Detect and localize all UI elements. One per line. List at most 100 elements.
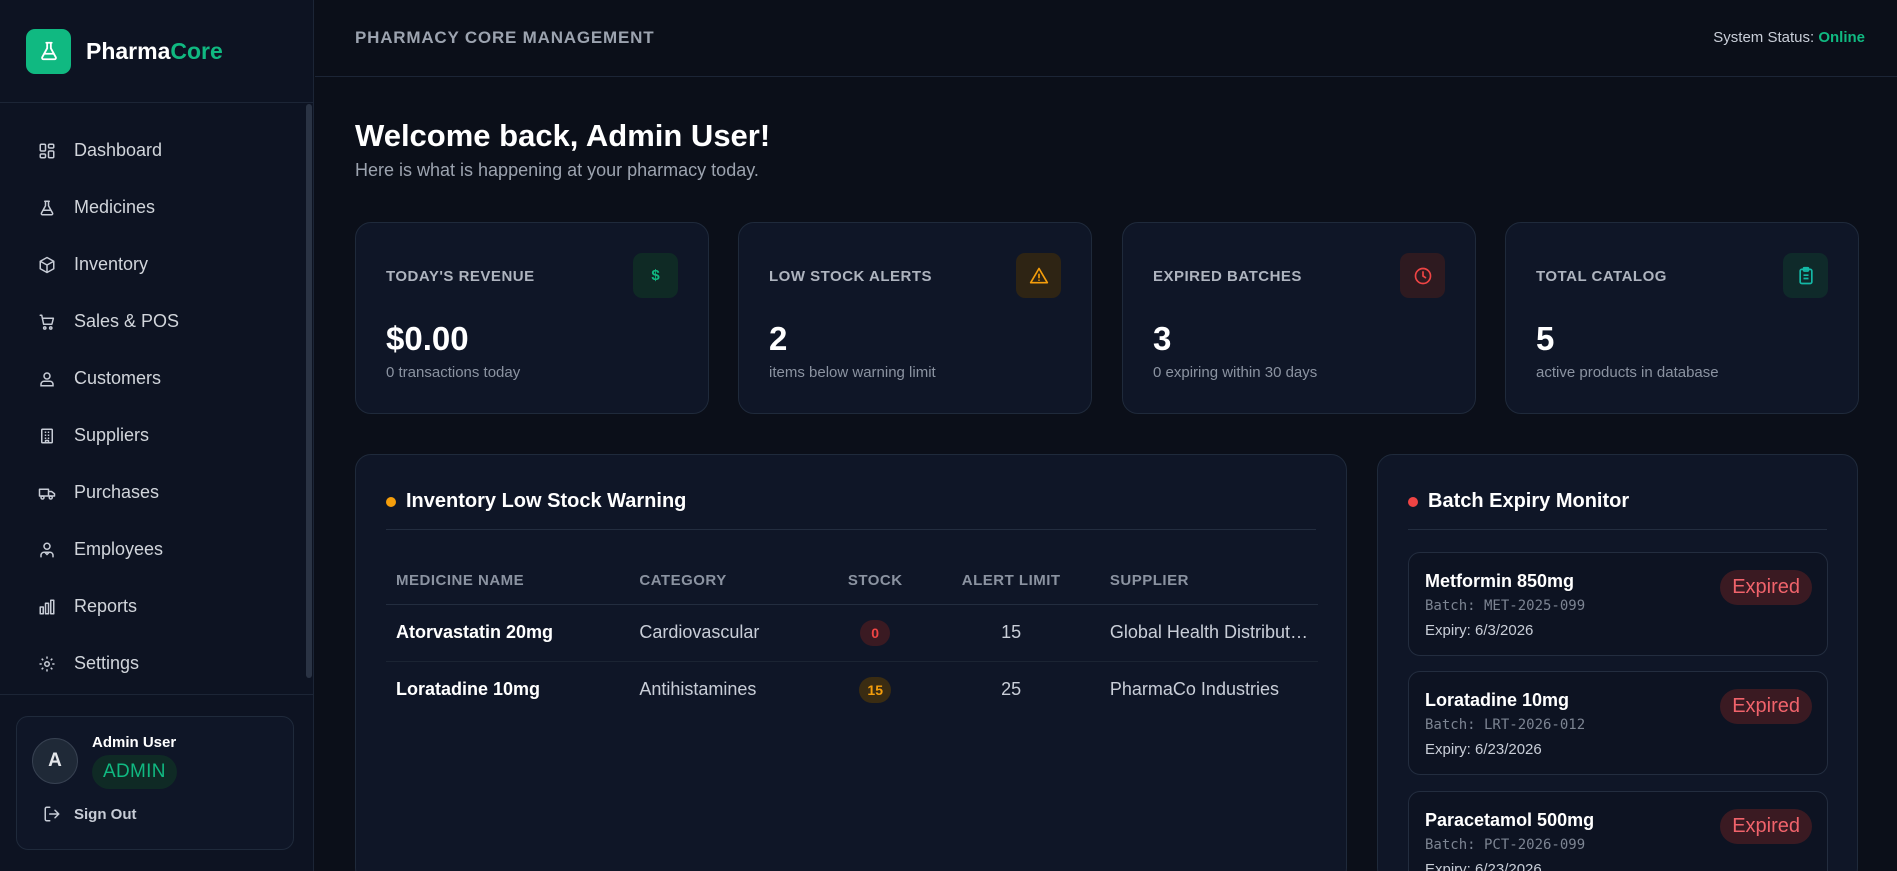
sidebar-item-medicines[interactable]: Medicines	[0, 179, 306, 236]
welcome-subtitle: Here is what is happening at your pharma…	[355, 160, 759, 180]
sidebar-footer: A Admin User ADMIN Sign Out	[0, 694, 314, 871]
sidebar-item-label: Suppliers	[74, 425, 150, 445]
medicine-name: Loratadine 10mg	[396, 679, 541, 700]
sign-out-icon	[43, 805, 61, 823]
stock-badge: 0	[860, 619, 891, 646]
scrollbar-thumb[interactable]	[306, 104, 312, 678]
batch-medicine-name: Paracetamol 500mg	[1425, 810, 1595, 830]
column-header[interactable]: CATEGORY	[629, 558, 828, 605]
stat-value: 3	[1153, 320, 1172, 357]
role-badge: ADMIN	[92, 755, 177, 789]
status-badge: Expired	[1720, 570, 1812, 605]
sidebar-item-purchases[interactable]: Purchases	[0, 464, 306, 521]
supplier: PharmaCo Industries	[1109, 679, 1279, 700]
column-header[interactable]: SUPPLIER	[1099, 558, 1318, 605]
low-stock-title: Inventory Low Stock Warning	[406, 490, 687, 512]
batch-id: Batch: PCT-2026-099	[1425, 837, 1586, 853]
bar-chart-icon	[38, 598, 56, 616]
system-status-value: Online	[1818, 29, 1865, 46]
flask-icon	[38, 199, 56, 217]
batch-medicine-name: Loratadine 10mg	[1425, 690, 1570, 710]
stat-label: LOW STOCK ALERTS	[769, 268, 932, 285]
flask-logo-icon	[26, 28, 71, 74]
sidebar-item-customers[interactable]: Customers	[0, 350, 306, 407]
sidebar-item-inventory[interactable]: Inventory	[0, 236, 306, 293]
batch-card[interactable]: Paracetamol 500mg Batch: PCT-2026-099 Ex…	[1408, 791, 1828, 871]
sidebar-item-label: Employees	[74, 539, 164, 559]
sidebar-item-label: Settings	[74, 653, 140, 673]
sign-out-label: Sign Out	[74, 805, 137, 823]
page-title: PHARMACY CORE MANAGEMENT	[355, 28, 655, 47]
sidebar-item-employees[interactable]: Employees	[0, 521, 306, 578]
sidebar-item-reports[interactable]: Reports	[0, 578, 306, 635]
sign-out-button[interactable]: Sign Out	[43, 805, 137, 823]
warning-icon	[1016, 253, 1061, 298]
column-header[interactable]: MEDICINE NAME	[386, 558, 630, 605]
stat-card-catalog: TOTAL CATALOG 5 active products in datab…	[1505, 222, 1859, 414]
batch-id: Batch: MET-2025-099	[1425, 598, 1586, 614]
stat-card-low-stock: LOW STOCK ALERTS 2 items below warning l…	[738, 222, 1092, 414]
category: Cardiovascular	[629, 604, 828, 662]
table-header-row: MEDICINE NAME CATEGORY STOCK ALERT LIMIT…	[386, 558, 1318, 605]
stat-label: TODAY'S REVENUE	[386, 268, 535, 285]
truck-icon	[38, 484, 56, 502]
batch-card[interactable]: Metformin 850mg Batch: MET-2025-099 Expi…	[1408, 552, 1828, 656]
danger-dot-icon	[1408, 497, 1418, 507]
sidebar-item-label: Sales & POS	[74, 311, 180, 331]
column-header[interactable]: STOCK	[827, 558, 923, 605]
stat-subtext: active products in database	[1536, 364, 1719, 381]
box-icon	[38, 256, 56, 274]
expiry-title: Batch Expiry Monitor	[1428, 490, 1630, 512]
panel-title: Batch Expiry Monitor	[1408, 490, 1827, 530]
system-status-label: System Status:	[1713, 29, 1815, 46]
cart-icon	[38, 313, 56, 331]
sidebar-nav: Dashboard Medicines Inventory Sales & PO…	[0, 104, 306, 694]
sidebar: PharmaCore Dashboard Medicines Inventory…	[0, 0, 314, 871]
sidebar-item-settings[interactable]: Settings	[0, 635, 306, 692]
stat-card-revenue: TODAY'S REVENUE $ $0.00 0 transactions t…	[355, 222, 709, 414]
stat-value: 5	[1536, 320, 1555, 357]
sidebar-item-label: Customers	[74, 368, 162, 388]
system-status: System Status: Online	[1713, 29, 1865, 46]
batch-expiry-date: Expiry: 6/3/2026	[1425, 622, 1534, 639]
batch-expiry-panel: Batch Expiry Monitor Metformin 850mg Bat…	[1377, 454, 1858, 871]
grid-icon	[38, 142, 56, 160]
brand-name: PharmaCore	[86, 37, 223, 64]
stat-card-expired: EXPIRED BATCHES 3 0 expiring within 30 d…	[1122, 222, 1476, 414]
sidebar-item-label: Purchases	[74, 482, 160, 502]
status-badge: Expired	[1720, 809, 1812, 844]
clock-icon	[1400, 253, 1445, 298]
brand[interactable]: PharmaCore	[0, 0, 313, 103]
gear-icon	[38, 655, 56, 673]
building-icon	[38, 427, 56, 445]
stock-cell: 0	[827, 604, 923, 662]
low-stock-table: MEDICINE NAME CATEGORY STOCK ALERT LIMIT…	[386, 558, 1318, 718]
clipboard-icon	[1783, 253, 1828, 298]
sidebar-item-label: Dashboard	[74, 140, 163, 160]
user-name: Admin User	[92, 734, 177, 751]
table-row[interactable]: Atorvastatin 20mg Cardiovascular 0 15 Gl…	[386, 604, 1318, 662]
stat-subtext: 0 expiring within 30 days	[1153, 364, 1318, 381]
column-header[interactable]: ALERT LIMIT	[922, 558, 1100, 605]
sidebar-scrollbar[interactable]	[305, 104, 313, 678]
sidebar-item-label: Medicines	[74, 197, 156, 217]
supplier: Global Health Distribut…	[1099, 604, 1318, 662]
sidebar-item-sales-pos[interactable]: Sales & POS	[0, 293, 306, 350]
stat-value: 2	[769, 320, 788, 357]
users-icon	[38, 370, 56, 388]
sidebar-item-suppliers[interactable]: Suppliers	[0, 407, 306, 464]
avatar[interactable]: A	[32, 738, 78, 784]
panel-title: Inventory Low Stock Warning	[386, 490, 1316, 530]
batch-card[interactable]: Loratadine 10mg Batch: LRT-2026-012 Expi…	[1408, 671, 1828, 775]
stock-badge: 15	[859, 676, 891, 703]
medicine-name: Atorvastatin 20mg	[386, 604, 630, 662]
stat-label: TOTAL CATALOG	[1536, 268, 1667, 285]
batch-medicine-name: Metformin 850mg	[1425, 571, 1575, 591]
dollar-icon: $	[633, 253, 678, 298]
stat-subtext: 0 transactions today	[386, 364, 521, 381]
table-row[interactable]: Loratadine 10mg Antihistamines 15 25 Pha…	[386, 661, 1318, 718]
user-card: A Admin User ADMIN Sign Out	[16, 716, 294, 850]
sidebar-item-dashboard[interactable]: Dashboard	[0, 122, 306, 179]
stock-cell: 15	[828, 661, 923, 718]
sidebar-item-label: Inventory	[74, 254, 149, 274]
